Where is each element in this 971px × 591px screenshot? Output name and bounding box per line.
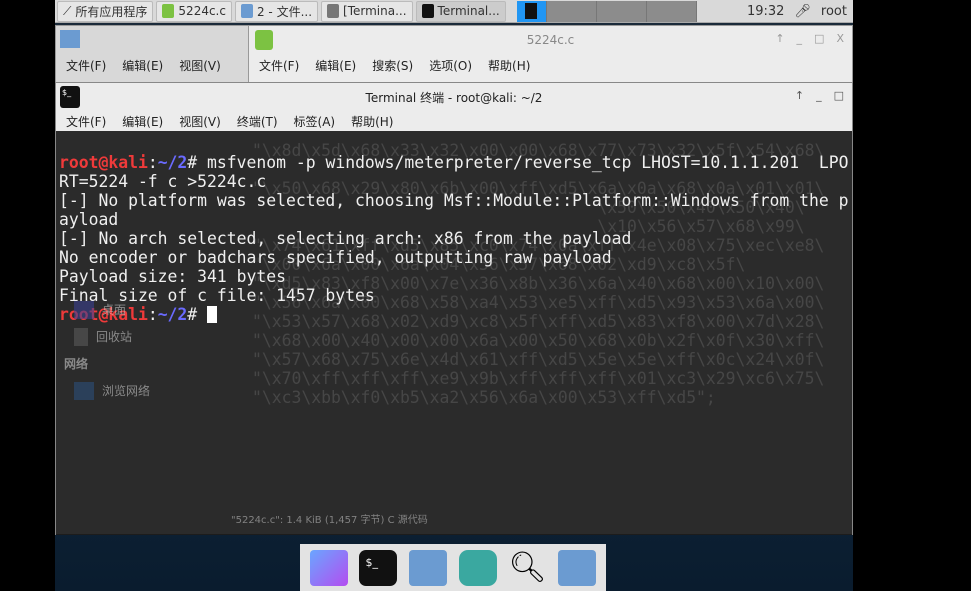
folder-icon[interactable] <box>558 549 597 586</box>
restore-icon[interactable]: □ <box>814 32 824 45</box>
output-line: RT=5224 -f c >5224c.c <box>59 172 267 191</box>
terminal-icon: $_ <box>60 86 80 108</box>
sidebar-header-network: 网络 <box>64 357 89 371</box>
minimize-icon[interactable]: _ <box>816 89 822 102</box>
menu-view[interactable]: 视图(V) <box>179 57 221 74</box>
workspace-switcher[interactable] <box>516 0 697 22</box>
applications-menu[interactable]: ⟋ 所有应用程序 <box>57 0 154 22</box>
task-files[interactable]: 2 - 文件... <box>234 0 319 22</box>
menu-edit[interactable]: 编辑(E) <box>315 57 356 74</box>
user-menu[interactable]: root <box>821 4 847 19</box>
kali-icon: ⟋ <box>63 3 72 18</box>
files-app-icon[interactable] <box>309 549 348 586</box>
terminal-icon <box>327 4 340 18</box>
restore-icon[interactable]: □ <box>834 89 844 102</box>
search-icon[interactable]: 🔍︎ <box>508 550 546 586</box>
status-bar: "5224c.c": 1.4 KiB (1,457 字节) C 源代码 <box>231 515 428 526</box>
task-terminal-2[interactable]: Terminal... <box>415 0 506 22</box>
editor-icon <box>255 30 273 50</box>
desktop-icon <box>74 300 94 319</box>
task-terminal-1[interactable]: [Termina... <box>321 0 413 22</box>
sidebar-item-desktop[interactable]: 桌面 <box>56 296 226 323</box>
maximize-icon[interactable]: ↑ <box>795 89 804 102</box>
folder-icon <box>60 30 80 48</box>
network-icon <box>74 381 94 400</box>
terminal-icon <box>421 4 434 18</box>
trash-icon <box>74 327 88 346</box>
output-line: Payload size: 341 bytes <box>59 267 286 286</box>
output-line: [-] No arch selected, selecting arch: x8… <box>59 229 632 248</box>
output-line: No encoder or badchars specified, output… <box>59 248 612 267</box>
menu-help[interactable]: 帮助(H) <box>488 57 530 74</box>
command-line: root@kali:~/2# msfvenom -p windows/meter… <box>59 153 849 172</box>
dock: $_ 🔍︎ <box>300 544 606 591</box>
menu-file[interactable]: 文件(F) <box>259 57 299 74</box>
menu-view[interactable]: 视图(V) <box>179 113 221 130</box>
microphone-icon[interactable]: 🎤︎ <box>794 4 811 19</box>
folder-icon <box>240 4 253 18</box>
taskbar: ⟋ 所有应用程序 5224c.c 2 - 文件... [Termina... Te… <box>55 0 853 23</box>
task-editor[interactable]: 5224c.c <box>156 0 232 22</box>
menu-file[interactable]: 文件(F) <box>66 113 106 130</box>
menu-edit[interactable]: 编辑(E) <box>122 57 163 74</box>
output-line: ayload <box>59 210 119 229</box>
clock: 19:32 <box>746 3 785 19</box>
browser-compass-icon[interactable] <box>458 549 497 586</box>
window-title: Terminal 终端 - root@kali: ~/2 <box>365 90 543 105</box>
menu-search[interactable]: 搜索(S) <box>372 57 413 74</box>
maximize-icon[interactable]: ↑ <box>775 32 784 45</box>
menu-tabs[interactable]: 标签(A) <box>294 113 336 130</box>
output-line: [-] No platform was selected, choosing M… <box>59 191 849 210</box>
minimize-icon[interactable]: _ <box>797 32 803 45</box>
terminal-icon[interactable]: $_ <box>359 549 398 586</box>
menu-file[interactable]: 文件(F) <box>66 57 106 74</box>
menu-help[interactable]: 帮助(H) <box>351 113 393 130</box>
sidebar-item-browse-network[interactable]: 浏览网络 <box>56 377 226 404</box>
close-icon[interactable]: X <box>836 32 844 45</box>
menu-edit[interactable]: 编辑(E) <box>122 113 163 130</box>
window-title: 5224c.c <box>526 33 575 47</box>
menu-terminal[interactable]: 终端(T) <box>237 113 278 130</box>
editor-icon <box>162 4 175 18</box>
menu-options[interactable]: 选项(O) <box>429 57 472 74</box>
sidebar-item-trash[interactable]: 回收站 <box>56 323 226 350</box>
folder-icon[interactable] <box>409 549 448 586</box>
